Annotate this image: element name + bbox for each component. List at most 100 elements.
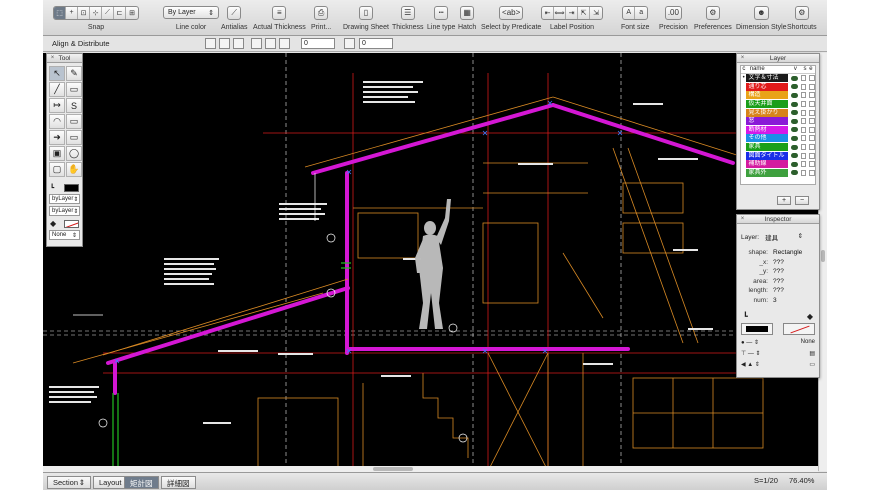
dimension-tool[interactable]: ↦ <box>49 98 65 113</box>
arrow-style-stepper[interactable]: ◀ ▲ ⇕ <box>741 361 760 368</box>
layer-edit-checkbox[interactable] <box>809 118 815 125</box>
align-center-icon[interactable] <box>219 38 230 49</box>
eye-icon[interactable] <box>791 101 798 107</box>
inspector-layer-select[interactable]: 建具 ⇕ <box>765 232 803 242</box>
align-bottom-icon[interactable] <box>279 38 290 49</box>
pen-tool[interactable]: ✎ <box>66 66 82 81</box>
layer-select-checkbox[interactable] <box>800 126 807 133</box>
layer-select-checkbox[interactable] <box>800 75 807 82</box>
line-style-stepper[interactable]: ⊤ — ⇕ <box>741 350 761 357</box>
circle-tool[interactable]: ◯ <box>66 146 82 161</box>
layer-select-checkbox[interactable] <box>800 83 807 90</box>
align-left-icon[interactable] <box>205 38 216 49</box>
eye-icon[interactable] <box>791 92 798 98</box>
align-right-icon[interactable] <box>233 38 244 49</box>
line-color-select[interactable]: By Layer ⇕ <box>163 6 219 19</box>
precision-tool[interactable]: .00 Precision <box>659 4 688 31</box>
layer-edit-checkbox[interactable] <box>809 126 815 133</box>
drawing-canvas[interactable] <box>43 53 818 471</box>
inspector-value[interactable]: ??? <box>773 268 784 275</box>
eye-icon[interactable] <box>791 84 798 90</box>
eye-icon[interactable] <box>791 127 798 133</box>
layer-row[interactable]: 通り芯 <box>741 82 815 92</box>
layer-select-checkbox[interactable] <box>800 109 807 116</box>
eye-icon[interactable] <box>791 118 798 124</box>
inspector-fill-color[interactable] <box>783 323 815 335</box>
rectangle-tool[interactable]: ▭ <box>66 82 82 97</box>
layer-edit-checkbox[interactable] <box>809 92 815 99</box>
label-position-tool[interactable]: ⇤ ⟺ ⇥ ⇱ ⇲ Label Position <box>541 4 603 31</box>
line-tool[interactable]: ╱ <box>49 82 65 97</box>
layer-select-checkbox[interactable] <box>800 135 807 142</box>
select-tool[interactable]: ↖ <box>49 66 65 81</box>
snap-tool[interactable]: ⬚ + ⊡ ⊹ ⟋ ⊏ ⊞ Snap <box>53 4 139 31</box>
inspector-line-color[interactable] <box>741 323 773 335</box>
layer-select-checkbox[interactable] <box>800 161 807 168</box>
add-layer-button[interactable]: + <box>777 196 791 205</box>
arc-tool[interactable]: ◠ <box>49 114 65 129</box>
line-color-tool[interactable]: By Layer ⇕ Line color <box>163 4 219 31</box>
antialias-button[interactable]: ⟋ Antialias <box>221 4 247 31</box>
door-tool[interactable]: ▭ <box>66 130 82 145</box>
inspector-value[interactable]: ??? <box>773 259 784 266</box>
layer-row[interactable]: 仮天井面 <box>741 100 815 109</box>
layer-row[interactable]: 窓 <box>741 117 815 126</box>
drawing-sheet-button[interactable]: ▯ Drawing Sheet <box>343 4 389 31</box>
arrow-tool[interactable]: ➜ <box>49 130 65 145</box>
line-type-select[interactable]: byLayer ⇕ <box>49 206 80 216</box>
shortcuts-button[interactable]: ⚙ Shortcuts <box>787 4 817 31</box>
layer-row[interactable]: 断熱材 <box>741 125 815 135</box>
hatch-button[interactable]: ▦ Hatch <box>458 4 476 31</box>
layer-select-checkbox[interactable] <box>800 118 807 125</box>
vertical-scroll-thumb[interactable] <box>821 250 825 262</box>
eye-icon[interactable] <box>791 161 798 167</box>
close-icon[interactable]: × <box>739 216 746 223</box>
layer-row[interactable]: 家具外 <box>741 168 815 178</box>
close-icon[interactable]: × <box>739 55 746 62</box>
image-tool[interactable]: ▣ <box>49 146 65 161</box>
font-size-tool[interactable]: Aa Font size <box>621 4 649 31</box>
fill-select-value[interactable]: None <box>801 339 815 346</box>
remove-layer-button[interactable]: − <box>795 196 809 205</box>
layer-row[interactable]: その他 <box>741 134 815 143</box>
eye-icon[interactable] <box>791 144 798 150</box>
layer-edit-checkbox[interactable] <box>809 161 815 168</box>
distribute-icon[interactable] <box>344 38 355 49</box>
eye-icon[interactable] <box>791 135 798 141</box>
dimension-style-button[interactable]: ☻ Dimension Style <box>736 4 787 31</box>
wall-tool[interactable]: ▭ <box>66 114 82 129</box>
layer-select-checkbox[interactable] <box>800 92 807 99</box>
align-top-icon[interactable] <box>251 38 262 49</box>
thickness-button[interactable]: ☰ Thickness <box>392 4 424 31</box>
eye-icon[interactable] <box>791 75 798 81</box>
layer-edit-checkbox[interactable] <box>809 101 815 108</box>
layer-row[interactable]: 図面タイトル <box>741 151 815 160</box>
text-tool[interactable]: S <box>66 98 82 113</box>
line-width-select[interactable]: byLayer ⇕ <box>49 194 80 204</box>
hatch-pattern-icon[interactable]: ▤ <box>809 350 815 357</box>
horizontal-scroll-thumb[interactable] <box>373 467 413 471</box>
tab-section[interactable]: Section ⇕ <box>47 476 91 489</box>
layer-edit-checkbox[interactable] <box>809 169 815 176</box>
align-middle-icon[interactable] <box>265 38 276 49</box>
line-color-swatch[interactable] <box>64 184 79 192</box>
fill-color-swatch[interactable] <box>64 219 79 228</box>
fill-select[interactable]: None ⇕ <box>49 230 80 240</box>
tab-shousaizu[interactable]: 詳細図 <box>161 476 196 489</box>
inspector-value[interactable]: Rectangle <box>773 249 802 256</box>
eye-icon[interactable] <box>791 110 798 116</box>
layer-edit-checkbox[interactable] <box>809 152 815 159</box>
inspector-value[interactable]: 3 <box>773 297 777 304</box>
tab-layout[interactable]: Layout <box>93 476 128 489</box>
layer-select-checkbox[interactable] <box>800 152 807 159</box>
layer-edit-checkbox[interactable] <box>809 144 815 151</box>
select-predicate-button[interactable]: <ab> Select by Predicate <box>481 4 541 31</box>
layer-row[interactable]: 補助線 <box>741 160 815 169</box>
layer-edit-checkbox[interactable] <box>809 83 815 90</box>
print-button[interactable]: ⎙ Print... <box>311 4 331 31</box>
layer-edit-checkbox[interactable] <box>809 75 815 82</box>
layer-edit-checkbox[interactable] <box>809 135 815 142</box>
shadow-icon[interactable]: ▭ <box>809 361 815 368</box>
eye-icon[interactable] <box>791 170 798 176</box>
layer-row[interactable]: 構造 <box>741 91 815 100</box>
